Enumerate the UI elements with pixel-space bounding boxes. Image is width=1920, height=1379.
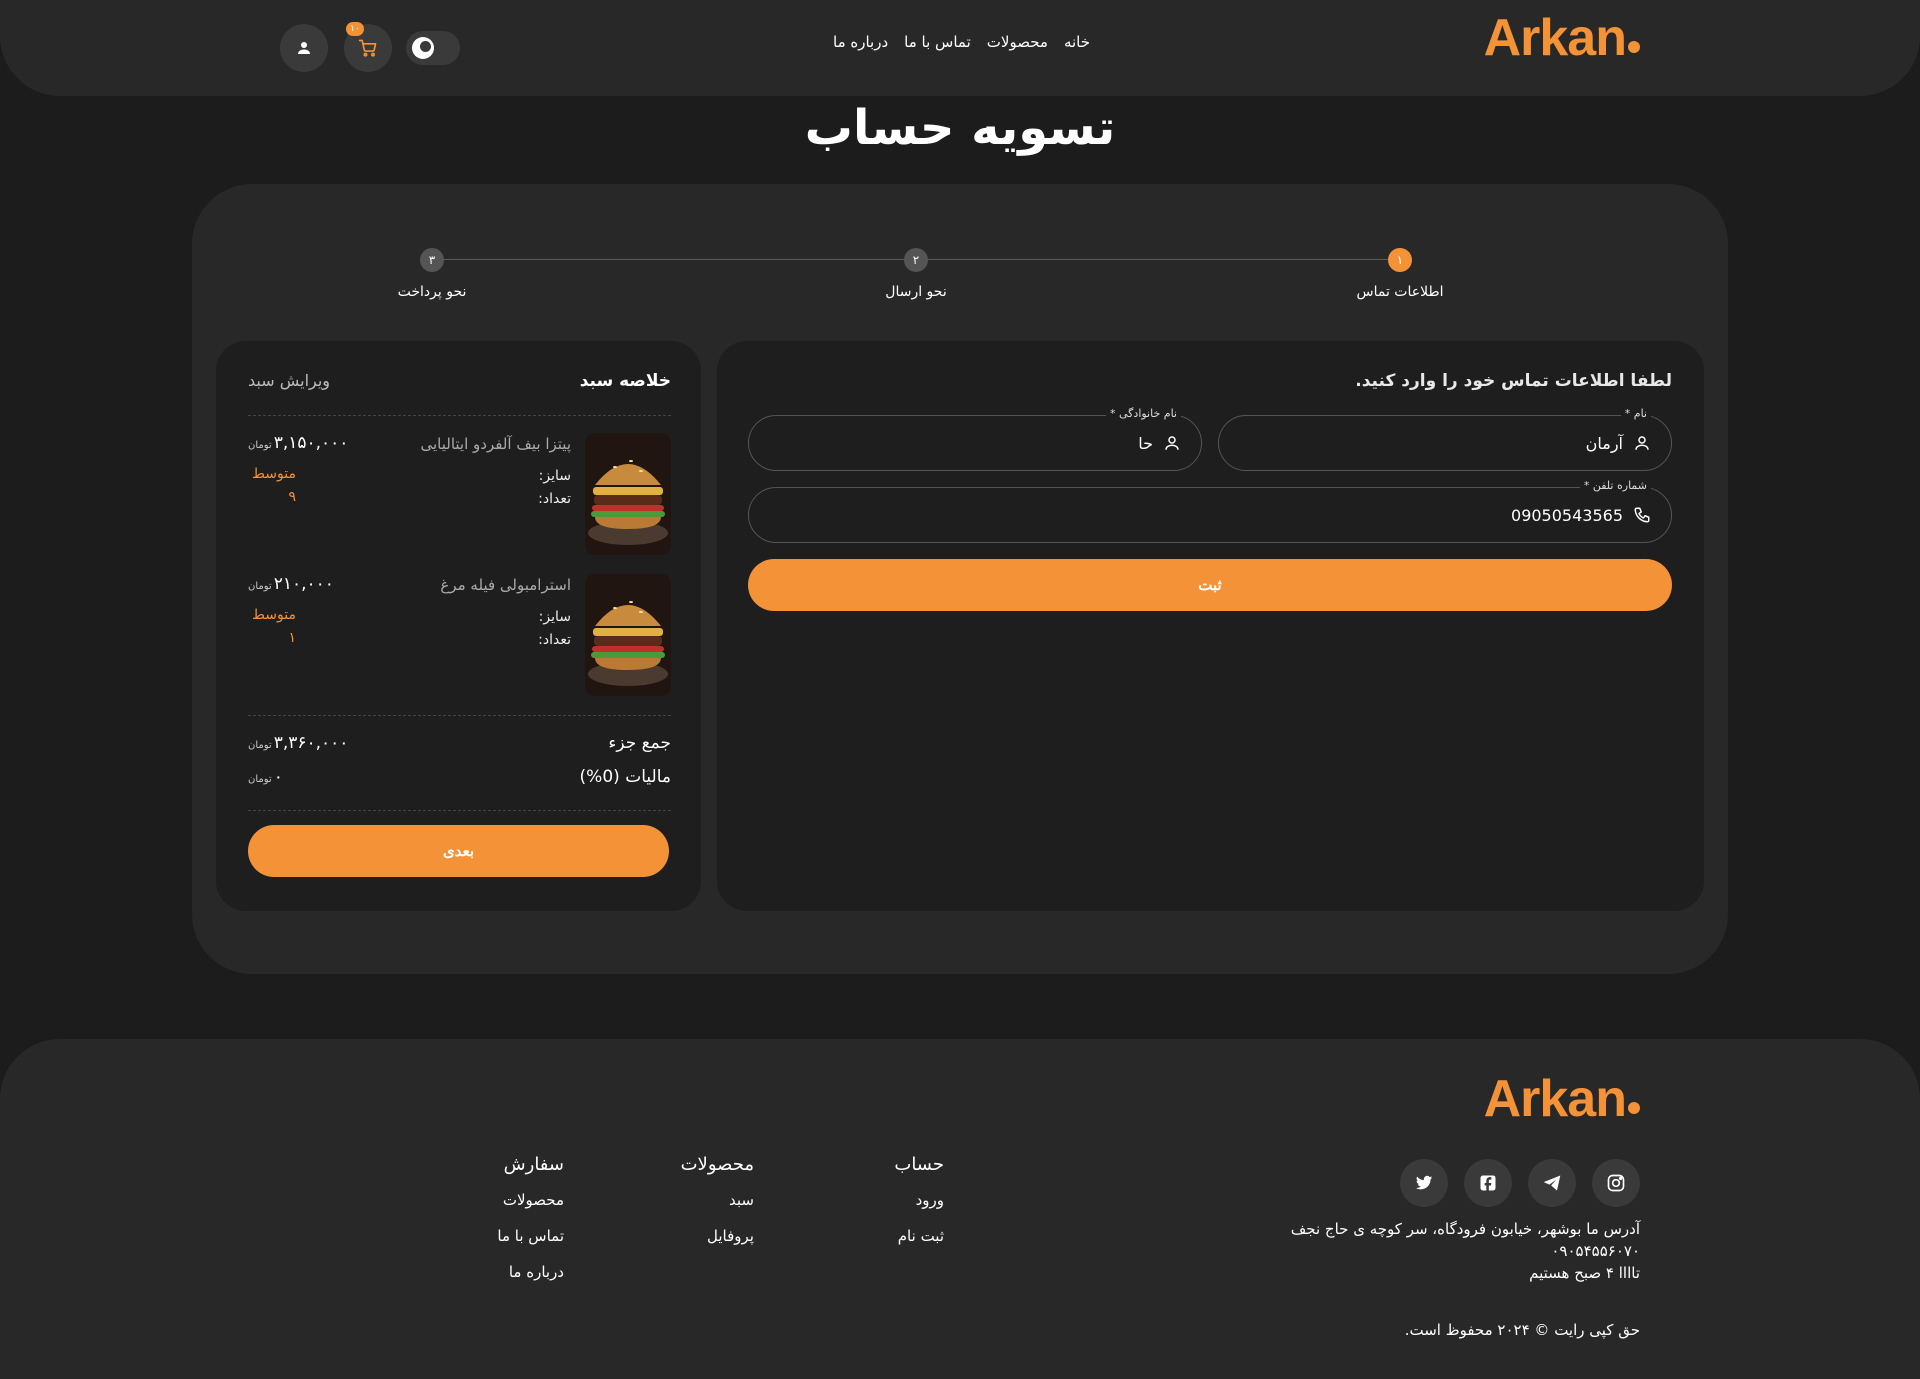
step-3-label: نحو پرداخت bbox=[397, 284, 467, 300]
footer-link-cart[interactable]: سبد bbox=[681, 1191, 754, 1209]
burger-image bbox=[585, 574, 671, 696]
step-1-dot[interactable]: ۱ bbox=[1388, 248, 1412, 272]
next-button[interactable]: بعدی bbox=[248, 825, 669, 877]
divider bbox=[248, 715, 671, 716]
cart-count-badge: ۱۰ bbox=[346, 22, 364, 36]
facebook-button[interactable] bbox=[1464, 1159, 1512, 1207]
item-meta: سایز: تعداد: bbox=[538, 606, 571, 652]
phone-text: ۰۹۰۵۴۵۵۶۰۷۰ bbox=[1551, 1242, 1640, 1260]
subtotal-value: ۳,۳۶۰,۰۰۰تومان bbox=[248, 733, 349, 753]
instagram-icon bbox=[1607, 1174, 1625, 1192]
burger-image bbox=[585, 433, 671, 555]
footer-link-about[interactable]: درباره ما bbox=[497, 1263, 564, 1281]
item-size: متوسط bbox=[252, 466, 296, 482]
summary-title: خلاصه سبد bbox=[579, 371, 671, 391]
step-connector bbox=[444, 259, 904, 260]
footer-col-account: حساب ورود ثبت نام bbox=[894, 1154, 944, 1263]
nav-products[interactable]: محصولات bbox=[987, 33, 1048, 51]
divider bbox=[248, 810, 671, 811]
step-1-label: اطلاعات تماس bbox=[1356, 284, 1444, 300]
first-name-field[interactable]: نام * آرمان bbox=[1218, 407, 1672, 471]
copyright: حق کپی رایت © ۲۰۲۴ محفوظ است. bbox=[1404, 1321, 1640, 1339]
form-heading: لطفا اطلاعات تماس خود را وارد کنید. bbox=[1355, 371, 1672, 391]
item-values: متوسط ۱ bbox=[252, 604, 296, 650]
step-3-dot[interactable]: ۳ bbox=[420, 248, 444, 272]
hours-text: تاااا ۴ صبح هستیم bbox=[1529, 1264, 1640, 1282]
cart-item: پیتزا بیف آلفردو ایتالیایی سایز: تعداد: … bbox=[248, 433, 671, 557]
phone-value[interactable]: 09050543565 bbox=[1511, 506, 1623, 525]
step-2-label: نحو ارسال bbox=[885, 284, 947, 300]
step-connector bbox=[928, 259, 1388, 260]
footer-col-title: محصولات bbox=[680, 1154, 754, 1175]
divider bbox=[248, 415, 671, 416]
user-outline-icon bbox=[1165, 436, 1179, 450]
item-qty: ۹ bbox=[288, 489, 296, 505]
cart-item: استرامبولی فیله مرغ سایز: تعداد: ۲۱۰,۰۰۰… bbox=[248, 574, 671, 698]
facebook-icon bbox=[1480, 1175, 1496, 1191]
item-qty-label: تعداد: bbox=[538, 632, 571, 648]
item-size-label: سایز: bbox=[538, 468, 571, 484]
item-meta: سایز: تعداد: bbox=[538, 465, 571, 511]
footer-link-register[interactable]: ثبت نام bbox=[894, 1227, 944, 1245]
phone-field[interactable]: شماره تلفن * 09050543565 bbox=[748, 479, 1672, 543]
logo-dot bbox=[1628, 1102, 1640, 1114]
footer-link-products[interactable]: محصولات bbox=[497, 1191, 564, 1209]
address-text: آدرس ما بوشهر، خیابون فرودگاه، سر کوچه ی… bbox=[1290, 1220, 1640, 1238]
nav-home[interactable]: خانه bbox=[1064, 33, 1090, 51]
nav-about[interactable]: درباره ما bbox=[833, 33, 888, 51]
item-qty: ۱ bbox=[288, 630, 296, 646]
edit-cart-link[interactable]: ویرایش سبد bbox=[248, 371, 330, 390]
instagram-button[interactable] bbox=[1592, 1159, 1640, 1207]
submit-button[interactable]: ثبت bbox=[748, 559, 1672, 611]
telegram-icon bbox=[1543, 1175, 1561, 1191]
footer-link-profile[interactable]: پروفایل bbox=[681, 1227, 754, 1245]
twitter-button[interactable] bbox=[1400, 1159, 1448, 1207]
item-values: متوسط ۹ bbox=[252, 463, 296, 509]
logo-dot bbox=[1628, 41, 1640, 53]
item-price: ۳,۱۵۰,۰۰۰تومان bbox=[248, 433, 349, 453]
page-title: تسویه حساب bbox=[804, 100, 1116, 156]
twitter-icon bbox=[1415, 1175, 1433, 1190]
contact-form-card: لطفا اطلاعات تماس خود را وارد کنید. نام … bbox=[717, 341, 1704, 911]
item-qty-label: تعداد: bbox=[538, 491, 571, 507]
cart-summary-card: خلاصه سبد ویرایش سبد پیتزا بیف آلفردو ای… bbox=[216, 341, 701, 911]
first-name-value[interactable]: آرمان bbox=[1586, 434, 1623, 453]
footer-link-contact[interactable]: تماس با ما bbox=[497, 1227, 564, 1245]
cart-icon bbox=[358, 39, 377, 57]
moon-icon bbox=[412, 37, 434, 59]
subtotal-label: جمع جزء bbox=[608, 733, 671, 753]
step-2-dot[interactable]: ۲ bbox=[904, 248, 928, 272]
footer-link-login[interactable]: ورود bbox=[894, 1191, 944, 1209]
tax-value: ۰تومان bbox=[248, 767, 283, 787]
footer-col-order: سفارش محصولات تماس با ما درباره ما bbox=[497, 1154, 564, 1299]
site-header: Arkan خانه محصولات تماس با ما درباره ما … bbox=[0, 0, 1920, 96]
item-name: استرامبولی فیله مرغ bbox=[440, 576, 571, 594]
last-name-value[interactable]: حا bbox=[1138, 434, 1153, 453]
user-button[interactable] bbox=[280, 24, 328, 72]
item-price: ۲۱۰,۰۰۰تومان bbox=[248, 574, 334, 594]
footer-col-title: سفارش bbox=[503, 1154, 564, 1175]
last-name-field[interactable]: نام خانوادگی * حا bbox=[748, 407, 1202, 471]
telegram-button[interactable] bbox=[1528, 1159, 1576, 1207]
phone-icon bbox=[1634, 507, 1650, 523]
item-name: پیتزا بیف آلفردو ایتالیایی bbox=[420, 435, 571, 453]
footer-col-products: محصولات سبد پروفایل bbox=[681, 1154, 754, 1263]
item-size-label: سایز: bbox=[538, 609, 571, 625]
checkout-panel: ۱ اطلاعات تماس ۲ نحو ارسال ۳ نحو پرداخت … bbox=[192, 184, 1728, 974]
footer-col-title: حساب bbox=[894, 1154, 944, 1175]
brand-logo[interactable]: Arkan bbox=[1484, 8, 1640, 68]
tax-label: مالیات (0%) bbox=[579, 767, 671, 787]
footer-address: آدرس ما بوشهر، خیابون فرودگاه، سر کوچه ی… bbox=[1291, 1218, 1640, 1284]
item-size: متوسط bbox=[252, 607, 296, 623]
user-icon bbox=[298, 42, 310, 54]
site-footer: Arkan آدرس ما بوشهر، خیابون فرودگاه، سر … bbox=[0, 1039, 1920, 1379]
nav-contact[interactable]: تماس با ما bbox=[904, 33, 971, 51]
main-nav: خانه محصولات تماس با ما درباره ما bbox=[830, 33, 1090, 51]
checkout-stepper: ۱ اطلاعات تماس ۲ نحو ارسال ۳ نحو پرداخت bbox=[398, 246, 1502, 316]
user-outline-icon bbox=[1635, 436, 1649, 450]
cart-button[interactable]: ۱۰ bbox=[344, 22, 392, 72]
footer-logo[interactable]: Arkan bbox=[1484, 1069, 1640, 1129]
theme-toggle[interactable] bbox=[406, 31, 460, 65]
